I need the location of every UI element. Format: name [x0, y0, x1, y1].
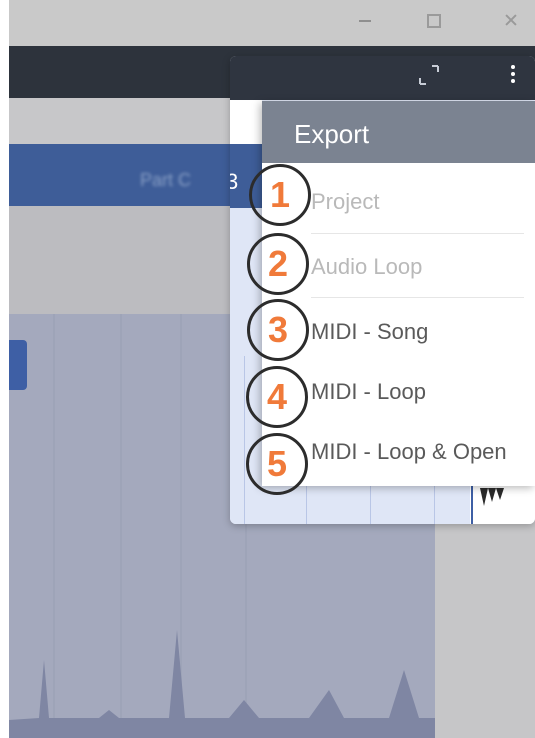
audio-waveform — [9, 630, 435, 738]
callout-2: 2 — [247, 233, 309, 295]
callout-3: 3 — [247, 299, 309, 361]
callout-number: 1 — [269, 174, 291, 215]
menu-item-label: Audio Loop — [311, 254, 423, 279]
close-icon[interactable] — [501, 10, 521, 30]
track-part-label: Part C — [140, 170, 192, 190]
track-part-strip — [9, 144, 259, 206]
track-selector-tab — [9, 340, 27, 390]
maximize-icon[interactable] — [423, 10, 443, 30]
panel-header-bar — [230, 56, 535, 100]
title-bar — [9, 0, 535, 46]
export-menu: Export Project Audio Loop MIDI - Song MI… — [262, 101, 535, 486]
export-menu-header: Export — [262, 101, 535, 163]
callout-number: 2 — [267, 243, 289, 284]
menu-item-label: MIDI - Loop — [311, 379, 426, 404]
track-number-label: 3 — [230, 169, 239, 194]
callout-5: 5 — [246, 433, 308, 495]
callout-4: 4 — [246, 366, 308, 428]
menu-divider — [311, 297, 524, 298]
callout-number: 5 — [266, 443, 288, 484]
menu-item-label: Project — [311, 189, 380, 214]
callout-number: 3 — [267, 309, 289, 350]
callout-1: 1 — [249, 164, 311, 226]
minimize-icon[interactable] — [355, 10, 375, 30]
export-menu-title: Export — [294, 119, 370, 149]
app-window: Part C 3 Export Project Audio Loop MIDI … — [0, 0, 535, 738]
panel-strip — [230, 100, 262, 144]
grid-line — [244, 356, 245, 524]
more-options-icon[interactable] — [508, 62, 518, 90]
callout-number: 4 — [266, 376, 288, 417]
menu-item-label: MIDI - Loop & Open — [311, 439, 507, 464]
window-edge — [0, 0, 9, 738]
menu-item-label: MIDI - Song — [311, 319, 429, 344]
menu-divider — [311, 233, 524, 234]
expand-icon[interactable] — [418, 64, 440, 86]
